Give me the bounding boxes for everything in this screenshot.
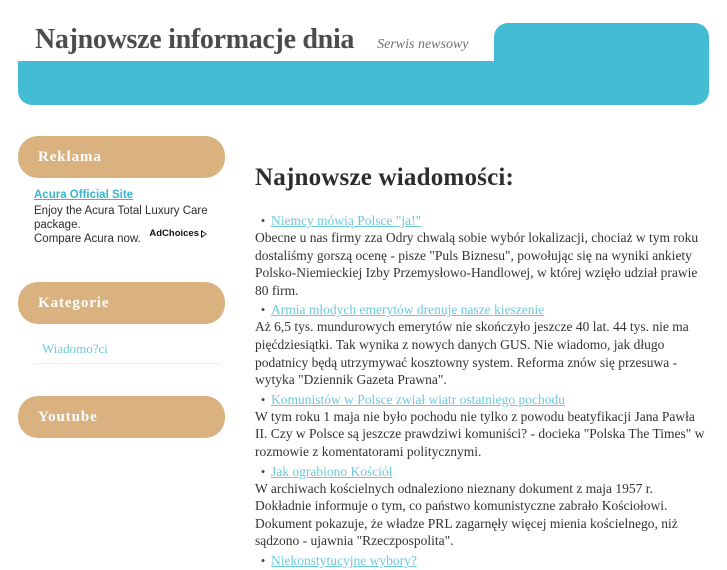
main-content: Najnowsze wiadomości: • Niemcy mówią Pol… — [255, 164, 710, 570]
widget-body-reklama: Acura Official Site Enjoy the Acura Tota… — [18, 178, 225, 250]
adchoices-label: AdChoices — [149, 228, 199, 239]
news-headline-link[interactable]: Jak ograbiono Kościół — [271, 463, 392, 480]
site-branding: Najnowsze informacje dnia Serwis newsowy — [35, 25, 469, 55]
header-accent-bar — [18, 61, 709, 105]
site-header: Najnowsze informacje dnia Serwis newsowy — [0, 0, 727, 120]
news-item: • Niekonstytucyjne wybory? — [255, 552, 710, 569]
bullet-icon: • — [260, 302, 266, 318]
news-item: • Komunistów w Polsce zwiał wiatr ostatn… — [255, 391, 710, 461]
news-headline-row: • Niemcy mówią Polsce "ja!" — [255, 212, 710, 229]
site-tagline: Serwis newsowy — [377, 37, 469, 52]
news-summary: Obecne u nas firmy zza Odry chwalą sobie… — [255, 230, 699, 298]
widget-header-youtube: Youtube — [18, 396, 225, 438]
news-summary: W archiwach kościelnych odnaleziono niez… — [255, 480, 678, 549]
news-summary: W tym roku 1 maja nie było pochodu nie t… — [255, 408, 705, 459]
site-title[interactable]: Najnowsze informacje dnia — [35, 25, 354, 55]
page-body: Reklama Acura Official Site Enjoy the Ac… — [0, 120, 727, 570]
sidebar-widget-reklama: Reklama Acura Official Site Enjoy the Ac… — [18, 136, 225, 250]
sidebar-widget-kategorie: Kategorie Wiadomo?ci — [18, 282, 225, 364]
widget-title-youtube: Youtube — [38, 408, 98, 425]
ad-display-url: www.acura.com — [34, 247, 221, 250]
news-headline-row: • Komunistów w Polsce zwiał wiatr ostatn… — [255, 391, 710, 408]
sidebar-widget-youtube: Youtube — [18, 396, 225, 438]
bullet-icon: • — [260, 391, 266, 407]
list-item[interactable]: Wiadomo?ci — [34, 334, 221, 364]
category-list: Wiadomo?ci — [34, 334, 221, 364]
news-item: • Armia młodych emerytów drenuje nasze k… — [255, 301, 710, 388]
widget-title-kategorie: Kategorie — [38, 294, 110, 311]
widget-title-reklama: Reklama — [38, 148, 102, 165]
news-headline-link[interactable]: Niemcy mówią Polsce "ja!" — [271, 212, 421, 229]
news-list: • Niemcy mówią Polsce "ja!" Obecne u nas… — [255, 212, 710, 569]
news-headline-link[interactable]: Armia młodych emerytów drenuje nasze kie… — [271, 301, 544, 318]
news-item: • Jak ograbiono Kościół W archiwach kośc… — [255, 463, 710, 550]
news-headline-link[interactable]: Niekonstytucyjne wybory? — [271, 552, 417, 569]
page-title: Najnowsze wiadomości: — [255, 164, 515, 191]
bullet-icon: • — [260, 552, 266, 568]
widget-body-kategorie: Wiadomo?ci — [18, 324, 225, 364]
news-headline-row: • Jak ograbiono Kościół — [255, 463, 710, 480]
news-headline-row: • Niekonstytucyjne wybory? — [255, 552, 710, 569]
sidebar-item-wiadomosci[interactable]: Wiadomo?ci — [42, 341, 108, 356]
adchoices-badge[interactable]: AdChoices — [149, 227, 207, 241]
ad-headline-link[interactable]: Acura Official Site — [34, 188, 133, 202]
news-headline-link[interactable]: Komunistów w Polsce zwiał wiatr ostatnie… — [271, 391, 565, 408]
news-headline-row: • Armia młodych emerytów drenuje nasze k… — [255, 301, 710, 318]
ad-unit: Acura Official Site Enjoy the Acura Tota… — [34, 188, 221, 250]
bullet-icon: • — [260, 463, 266, 479]
news-item: • Niemcy mówią Polsce "ja!" Obecne u nas… — [255, 212, 710, 299]
sidebar: Reklama Acura Official Site Enjoy the Ac… — [18, 136, 225, 448]
widget-header-kategorie: Kategorie — [18, 282, 225, 324]
bullet-icon: • — [260, 213, 266, 228]
news-summary: Aż 6,5 tys. mundurowych emerytów nie sko… — [255, 319, 689, 388]
widget-header-reklama: Reklama — [18, 136, 225, 178]
adchoices-triangle-icon — [201, 230, 207, 238]
